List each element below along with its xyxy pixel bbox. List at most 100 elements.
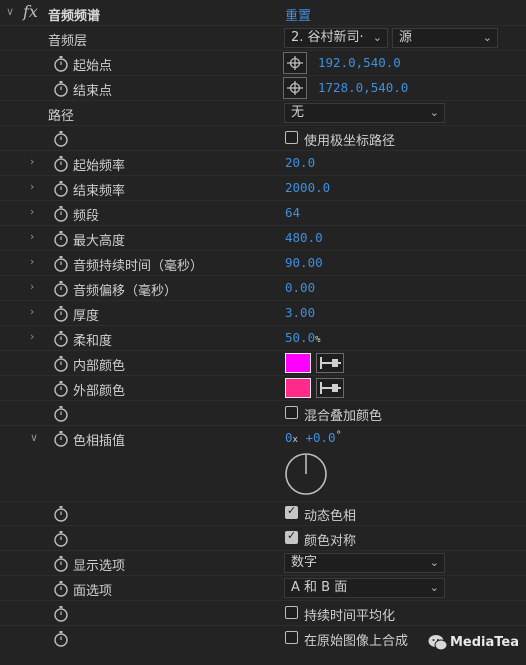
audio-layer-value: 2. 谷村新司·: [291, 30, 364, 45]
bands-value[interactable]: 64: [285, 205, 300, 220]
start-frequency-label: 起始频率: [73, 159, 126, 174]
reset-link[interactable]: 重置: [285, 5, 311, 24]
stopwatch-icon[interactable]: [53, 605, 69, 622]
path-select[interactable]: 无 ⌄: [284, 103, 445, 123]
end-point-row: 结束点 1728.0,540.0: [0, 76, 526, 101]
composite-original-label: 在原始图像上合成: [304, 634, 409, 649]
stopwatch-icon[interactable]: [53, 130, 69, 147]
expand-chevron-icon[interactable]: ›: [30, 331, 40, 343]
effect-name: 音频频谱: [48, 9, 101, 24]
softness-value[interactable]: 50.0%: [285, 330, 321, 345]
softness-row: › 柔和度 50.0%: [0, 326, 526, 351]
inside-color-swatch[interactable]: [285, 353, 311, 373]
hue-interpolation-value[interactable]: 0x +0.0°: [285, 430, 342, 445]
polar-path-checkbox[interactable]: [285, 131, 298, 144]
degree-symbol: °: [335, 430, 342, 441]
start-point-row: 起始点 192.0,540.0: [0, 51, 526, 76]
expand-chevron-icon[interactable]: ›: [30, 256, 40, 268]
stopwatch-icon[interactable]: [53, 280, 69, 297]
chevron-down-icon: ⌄: [429, 556, 439, 569]
color-symmetry-checkbox[interactable]: [285, 529, 298, 544]
hue-degrees[interactable]: +0.0: [305, 430, 335, 445]
stopwatch-icon[interactable]: [53, 555, 69, 572]
stopwatch-icon[interactable]: [53, 355, 69, 372]
start-frequency-value[interactable]: 20.0: [285, 155, 315, 170]
stopwatch-icon[interactable]: [53, 255, 69, 272]
bands-row: › 频段 64: [0, 201, 526, 226]
stopwatch-icon[interactable]: [53, 580, 69, 597]
thickness-value[interactable]: 3.00: [285, 305, 315, 320]
path-value: 无: [291, 105, 305, 120]
side-options-select[interactable]: A 和 B 面 ⌄: [284, 578, 445, 598]
end-point-value[interactable]: 1728.0,540.0: [318, 80, 408, 95]
start-point-y[interactable]: 540.0: [363, 55, 401, 70]
display-options-label: 显示选项: [73, 559, 126, 574]
duration-averaging-checkbox[interactable]: [285, 606, 298, 619]
audio-layer-label: 音频层: [48, 34, 88, 49]
stopwatch-icon[interactable]: [53, 230, 69, 247]
collapse-chevron-icon[interactable]: ∨: [30, 432, 40, 444]
crosshair-target-icon[interactable]: [283, 77, 307, 99]
stopwatch-icon[interactable]: [53, 330, 69, 347]
stopwatch-icon[interactable]: [53, 305, 69, 322]
chevron-down-icon: ⌄: [429, 581, 439, 594]
inside-color-label: 内部颜色: [73, 359, 126, 374]
blend-overlap-checkbox[interactable]: [285, 406, 298, 419]
eyedropper-icon[interactable]: [316, 353, 344, 373]
collapse-effect-chevron-icon[interactable]: ∨: [6, 6, 16, 18]
side-options-label: 面选项: [73, 584, 113, 599]
hue-times-symbol: x: [292, 435, 298, 445]
audio-duration-row: › 音频持续时间（毫秒） 90.00: [0, 251, 526, 276]
color-symmetry-row: 颜色对称: [0, 526, 526, 551]
expand-chevron-icon[interactable]: ›: [30, 281, 40, 293]
end-point-y[interactable]: 540.0: [371, 80, 409, 95]
start-point-x[interactable]: 192.0: [318, 55, 356, 70]
eyedropper-icon[interactable]: [316, 378, 344, 398]
polar-path-label: 使用极坐标路径: [304, 134, 396, 149]
stopwatch-icon[interactable]: [53, 205, 69, 222]
blend-overlap-row: 混合叠加颜色: [0, 401, 526, 426]
stopwatch-icon[interactable]: [53, 405, 69, 422]
hue-interpolation-row: ∨ 色相插值 0x +0.0°: [0, 426, 526, 502]
stopwatch-icon[interactable]: [53, 380, 69, 397]
display-options-select[interactable]: 数字 ⌄: [284, 553, 445, 573]
side-options-value: A 和 B 面: [291, 580, 348, 595]
audio-layer-select[interactable]: 2. 谷村新司· ⌄: [284, 28, 388, 48]
outside-color-row: 外部颜色: [0, 376, 526, 401]
expand-chevron-icon[interactable]: ›: [30, 156, 40, 168]
dynamic-hue-checkbox[interactable]: [285, 504, 298, 519]
hue-revolutions[interactable]: 0: [285, 430, 293, 445]
audio-duration-label: 音频持续时间（毫秒）: [73, 259, 204, 274]
stopwatch-icon[interactable]: [53, 55, 69, 72]
outside-color-swatch[interactable]: [285, 378, 311, 398]
fx-toggle-icon[interactable]: fx: [23, 2, 38, 21]
expand-chevron-icon[interactable]: ›: [30, 231, 40, 243]
stopwatch-icon[interactable]: [53, 155, 69, 172]
composite-original-checkbox[interactable]: [285, 631, 298, 644]
end-frequency-label: 结束频率: [73, 184, 126, 199]
audio-offset-value[interactable]: 0.00: [285, 280, 315, 295]
start-point-value[interactable]: 192.0,540.0: [318, 55, 401, 70]
max-height-value[interactable]: 480.0: [285, 230, 323, 245]
display-options-row: 显示选项 数字 ⌄: [0, 551, 526, 576]
audio-source-select[interactable]: 源 ⌄: [392, 28, 498, 48]
stopwatch-icon[interactable]: [53, 80, 69, 97]
end-point-x[interactable]: 1728.0: [318, 80, 363, 95]
audio-duration-value[interactable]: 90.00: [285, 255, 323, 270]
audio-offset-row: › 音频偏移（毫秒） 0.00: [0, 276, 526, 301]
inside-color-row: 内部颜色: [0, 351, 526, 376]
end-frequency-value[interactable]: 2000.0: [285, 180, 330, 195]
crosshair-target-icon[interactable]: [283, 52, 307, 74]
expand-chevron-icon[interactable]: ›: [30, 181, 40, 193]
stopwatch-icon[interactable]: [53, 630, 69, 647]
softness-number[interactable]: 50.0: [285, 330, 315, 345]
stopwatch-icon[interactable]: [53, 180, 69, 197]
stopwatch-icon[interactable]: [53, 530, 69, 547]
hue-interpolation-label: 色相插值: [73, 434, 126, 449]
start-point-label: 起始点: [73, 59, 113, 74]
stopwatch-icon[interactable]: [53, 430, 69, 447]
hue-angle-dial[interactable]: [284, 452, 328, 496]
stopwatch-icon[interactable]: [53, 505, 69, 522]
expand-chevron-icon[interactable]: ›: [30, 206, 40, 218]
expand-chevron-icon[interactable]: ›: [30, 306, 40, 318]
